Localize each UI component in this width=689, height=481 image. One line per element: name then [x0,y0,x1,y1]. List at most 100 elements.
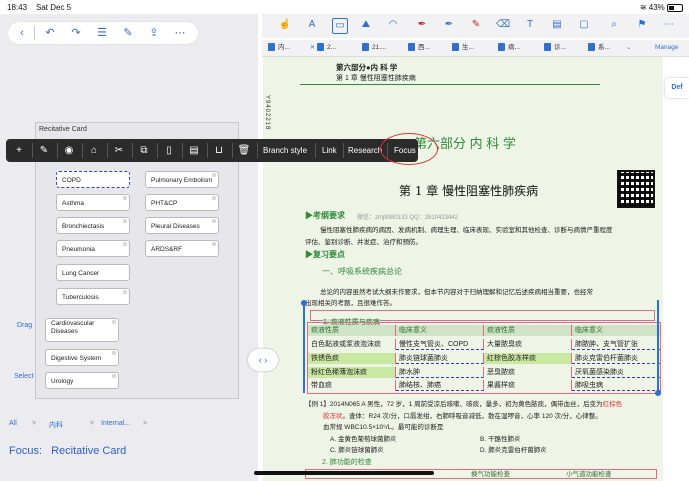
link-button[interactable]: Link [322,139,337,162]
card-urology[interactable]: Urology [45,372,119,389]
list-icon[interactable]: ☰ [94,25,110,41]
palette-icon[interactable]: ◉ [60,142,78,159]
page-side-code: Y9402218 [264,95,270,131]
divider [34,26,35,40]
tab-doc-4[interactable]: 西... [408,42,430,54]
def-button[interactable]: Def [665,78,689,98]
table-header: 痰液性质 [308,325,396,336]
tray-icon[interactable]: ⊔ [210,142,228,159]
status-bar: 18:43 Sat Dec 5 ≋ 43% [0,0,689,14]
edit-icon[interactable]: ✎ [120,25,136,41]
tab-doc-7[interactable]: 诊... [544,42,566,54]
scissors-icon[interactable]: ✂ [110,142,128,159]
redo-icon[interactable]: ↷ [68,25,84,41]
trash-icon[interactable]: 🗑 [235,142,253,159]
table-cell: 铁锈色痰 [308,353,396,364]
card-lung-cancer[interactable]: Lung Cancer [56,264,130,281]
focus-annotation-circle [380,133,438,165]
table-row: 粉红色稀薄泡沫痰 肺水肿 恶臭脓痰 厌氧菌感染肺炎 [308,367,660,378]
clipboard-icon[interactable]: ▤ [185,142,203,159]
table-header: 临床意义 [572,325,660,336]
table-cell: 果酱样痰 [484,380,572,391]
tab-doc-5[interactable]: 生... [452,42,474,54]
focus-value[interactable]: Recitative Card [51,445,126,457]
research-button[interactable]: Research [348,139,382,162]
table-cell: 带血痰 [308,380,396,391]
table-row: 白色黏液或浆液泡沫痰 慢性支气管炎、COPD 大量脓臭痰 肺脓肿、支气管扩张 [308,339,660,350]
table-row: 铁锈色痰 肺炎链球菌肺炎 红棕色胶冻样痰 肺炎克雷伯杆菌肺炎 [308,353,660,364]
tab-doc-3[interactable]: 21.... [362,42,386,54]
card-pneumonia[interactable]: Pneumonia [56,240,130,257]
example-line-2: 胶冻状。查体：R24 次/分，口唇发绀，右肺呼吸音减低，散在湿啰音，心率 120… [323,413,602,420]
textbox-icon[interactable]: T [523,18,537,32]
annotation-toolbar: ☝ A ▭ ⛰ ◠ ✒ ✒ ✎ ⌫ T ▤ ▢ ⌕ ⚑ ⋯ [262,14,689,38]
focus-indicator: Focus: Recitative Card [9,445,126,457]
card-bronchiectasis[interactable]: Bronchiectasis [56,217,130,234]
table-cell: 红棕色胶冻样痰 [484,353,572,364]
tab-doc-8[interactable]: 系... [588,42,610,54]
table-cell: 肺结核、肺癌 [396,380,484,391]
breadcrumb-internal[interactable]: Internal... [101,420,130,427]
edit-icon[interactable]: ✎ [35,142,53,159]
card-pleural-diseases[interactable]: Pleural Diseases [145,217,219,234]
copy-icon[interactable]: ⧉ [135,142,153,159]
drag-button[interactable]: Drag [17,322,32,329]
branch-style-button[interactable]: Branch style [263,139,307,162]
pen-blue-icon[interactable]: ✒ [442,18,456,32]
card-tuberculosis[interactable]: Tuberculosis [56,288,130,305]
eraser-icon[interactable]: ⌫ [496,18,510,32]
tab-doc-1[interactable]: 内... [268,42,290,54]
plus-icon[interactable]: + [10,142,28,159]
select-button[interactable]: Select [14,373,33,380]
highlighter-icon[interactable]: ✎ [469,18,483,32]
card-asthma[interactable]: Asthma [56,194,130,211]
page-icon[interactable]: ▢ [577,18,591,32]
example-line-3: 血常规 WBC10.5×10⁹/L。最可能的诊断是 [323,424,444,431]
table-cell: 恶臭脓痰 [484,367,572,378]
text-tool-icon[interactable]: A [305,18,319,32]
tab-doc-6[interactable]: 病... [498,42,520,54]
share-icon[interactable]: ⇪ [146,25,162,41]
section-1-title: 一、呼吸系统疾病总论 [322,267,402,276]
lasso-icon[interactable]: ◠ [386,18,400,32]
tab-doc-2[interactable]: ✕ 2... [310,42,336,54]
paragraph-1: 总论的内容虽然考试大纲未作要求，但本节内容对于归纳理解和记忆后述疾病相当重要，也… [320,289,593,296]
table-caption-box: 1. 痰液性质与疾病 [310,310,655,326]
table2-header-cell: 小气道功能检查 [566,471,612,478]
bookmark-icon[interactable]: ⚑ [635,18,649,32]
selection-handle-end[interactable] [655,390,661,396]
document-icon[interactable]: ▯ [160,142,178,159]
tag-icon[interactable]: ⌂ [85,142,103,159]
more-icon[interactable]: ⋯ [172,25,188,41]
manage-button[interactable]: Manage [655,42,679,54]
contact-info: 微信：zmj8980133 QQ：2610423442 [357,215,459,221]
pen-red-icon[interactable]: ✒ [415,18,429,32]
more-icon[interactable]: ⋯ [662,18,676,32]
requirements-text-2: 评估、鉴别诊断、并发症、治疗和预防。 [305,239,422,246]
chevron-left-icon[interactable]: ‹ [14,25,30,41]
table-cell: 肺脓肿、支气管扩张 [572,339,660,350]
card-cardiovascular[interactable]: Cardiovascular Diseases [45,318,119,342]
table-cell: 肺水肿 [396,367,484,378]
card-copd[interactable]: COPD [56,171,130,188]
card-ards-rf[interactable]: ARDS&RF [145,240,219,257]
card-pht-cp[interactable]: PHT&CP [145,194,219,211]
breadcrumb-all[interactable]: All [9,420,17,427]
table-row: 带血痰 肺结核、肺癌 果酱样痰 肺吸虫病 [308,380,660,391]
hand-icon[interactable]: ☝ [278,18,292,32]
breadcrumb-sep: > [32,420,37,427]
note-icon[interactable]: ▤ [550,18,564,32]
card-digestive-system[interactable]: Digestive System [45,349,119,366]
undo-icon[interactable]: ↶ [42,25,58,41]
paragraph-2: 出现相关的考题，且很难作答。 [305,300,396,307]
split-view-handle[interactable]: ‹ › [248,349,278,371]
rectangle-select-icon[interactable]: ▭ [332,18,348,34]
home-indicator[interactable] [254,471,434,475]
table-cell: 肺炎链球菌肺炎 [396,353,484,364]
card-pulmonary-embolism[interactable]: Pulmonary Embolism [145,171,219,188]
search-icon[interactable]: ⌕ [607,18,621,32]
breadcrumb-internal-cn[interactable]: 内科 [49,420,63,430]
table-cell: 白色黏液或浆液泡沫痰 [308,339,396,350]
image-tool-icon[interactable]: ⛰ [359,18,373,32]
tab-overflow-icon[interactable]: ⌄ [626,42,631,54]
